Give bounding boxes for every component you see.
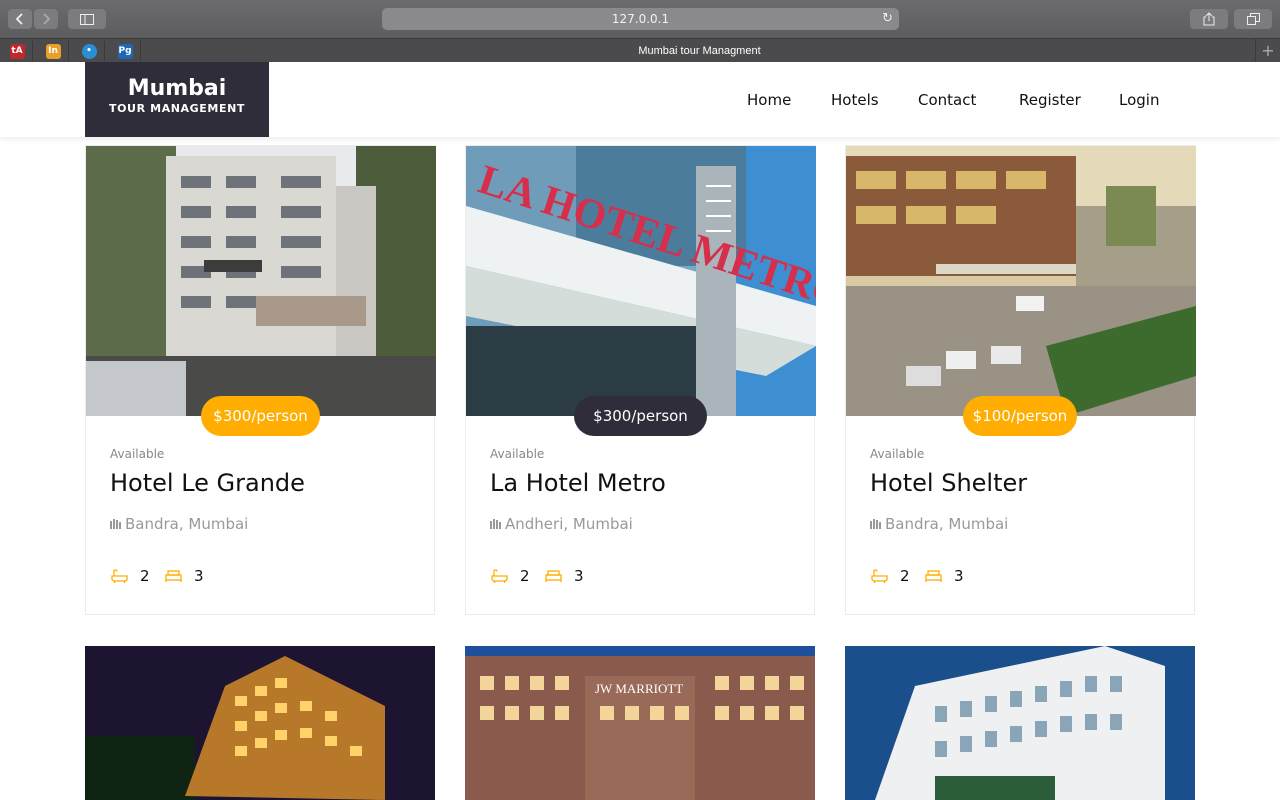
chevron-left-icon (15, 13, 23, 25)
reload-icon[interactable]: ↻ (882, 11, 893, 26)
location-text: Bandra, Mumbai (125, 515, 249, 533)
location-text: Andheri, Mumbai (505, 515, 633, 533)
building-icon (490, 519, 501, 529)
price-badge: $300/person (201, 396, 320, 436)
hotel-card[interactable]: LA HOTEL METRO $300/person Available La … (465, 145, 816, 615)
hotel-photo[interactable] (845, 646, 1195, 800)
bath-count-value: 2 (140, 567, 150, 585)
tabs-overview-button[interactable] (1234, 9, 1272, 29)
availability-status: Available (870, 447, 925, 461)
pinned-tab-4[interactable]: Pg (110, 41, 141, 61)
price-badge: $100/person (963, 396, 1077, 436)
sidebar-icon (80, 13, 94, 25)
availability-status: Available (490, 447, 545, 461)
favicon-2-icon: In (45, 43, 61, 59)
hotel-location: Bandra, Mumbai (110, 515, 248, 533)
favicon-3-icon: • (81, 43, 97, 59)
bath-count: 2 (871, 567, 910, 585)
bathtub-icon (871, 569, 888, 583)
pinned-tab-3[interactable]: • (74, 41, 105, 61)
browser-toolbar: 127.0.0.1 ↻ (0, 0, 1280, 38)
hotel-photo[interactable] (846, 146, 1196, 416)
nav-login[interactable]: Login (1119, 91, 1159, 109)
building-icon (870, 519, 881, 529)
share-icon (1203, 12, 1215, 26)
bathtub-icon (111, 569, 128, 583)
bed-icon (165, 570, 182, 582)
bed-count-value: 3 (954, 567, 964, 585)
svg-text:JW MARRIOTT: JW MARRIOTT (595, 681, 683, 696)
hotel-location: Bandra, Mumbai (870, 515, 1008, 533)
tabs-icon (1246, 13, 1260, 25)
bath-count-value: 2 (520, 567, 530, 585)
back-button[interactable] (8, 9, 32, 29)
bed-count: 3 (165, 567, 204, 585)
bed-icon (925, 570, 942, 582)
forward-button[interactable] (34, 9, 58, 29)
hotel-location: Andheri, Mumbai (490, 515, 633, 533)
nav-register[interactable]: Register (1019, 91, 1081, 109)
tab-title: Mumbai tour Managment (638, 44, 761, 57)
logo-main-text: Mumbai (127, 76, 227, 101)
url-text: 127.0.0.1 (611, 12, 670, 26)
url-bar[interactable]: 127.0.0.1 ↻ (382, 8, 899, 30)
hotel-photo[interactable]: JW MARRIOTT (465, 646, 815, 800)
bed-count: 3 (545, 567, 584, 585)
bath-count: 2 (111, 567, 150, 585)
favicon-4-icon: Pg (117, 43, 133, 59)
new-tab-button[interactable]: + (1255, 39, 1280, 62)
bed-icon (545, 570, 562, 582)
active-tab[interactable]: Mumbai tour Managment (145, 39, 1254, 62)
hotel-card[interactable]: $300/person Available Hotel Le Grande Ba… (85, 145, 436, 615)
site-header: Mumbai TOUR MANAGEMENT Home Hotels Conta… (0, 62, 1280, 137)
nav-home[interactable]: Home (747, 91, 791, 109)
availability-status: Available (110, 447, 165, 461)
tab-bar: tA In • Pg Mumbai tour Managment + (0, 38, 1280, 62)
location-text: Bandra, Mumbai (885, 515, 1009, 533)
hotel-card[interactable]: $100/person Available Hotel Shelter Band… (845, 145, 1196, 615)
bed-count: 3 (925, 567, 964, 585)
pinned-tab-1[interactable]: tA (2, 41, 33, 61)
site-logo[interactable]: Mumbai TOUR MANAGEMENT (85, 62, 269, 137)
hotel-name[interactable]: Hotel Le Grande (110, 469, 305, 497)
nav-hotels[interactable]: Hotels (831, 91, 879, 109)
pinned-tab-2[interactable]: In (38, 41, 69, 61)
building-icon (110, 519, 121, 529)
bath-count: 2 (491, 567, 530, 585)
logo-sub-text: TOUR MANAGEMENT (109, 102, 245, 115)
bed-count-value: 3 (194, 567, 204, 585)
hotel-photo[interactable]: LA HOTEL METRO (466, 146, 816, 416)
hotel-photo[interactable] (85, 646, 435, 800)
sidebar-toggle-button[interactable] (68, 9, 106, 29)
hotel-photo[interactable] (86, 146, 436, 416)
bath-count-value: 2 (900, 567, 910, 585)
share-button[interactable] (1190, 9, 1228, 29)
nav-contact[interactable]: Contact (918, 91, 976, 109)
price-badge: $300/person (574, 396, 707, 436)
favicon-1-icon: tA (9, 43, 25, 59)
bathtub-icon (491, 569, 508, 583)
hotel-name[interactable]: La Hotel Metro (490, 469, 666, 497)
bed-count-value: 3 (574, 567, 584, 585)
chevron-right-icon (43, 13, 51, 25)
hotel-name[interactable]: Hotel Shelter (870, 469, 1027, 497)
